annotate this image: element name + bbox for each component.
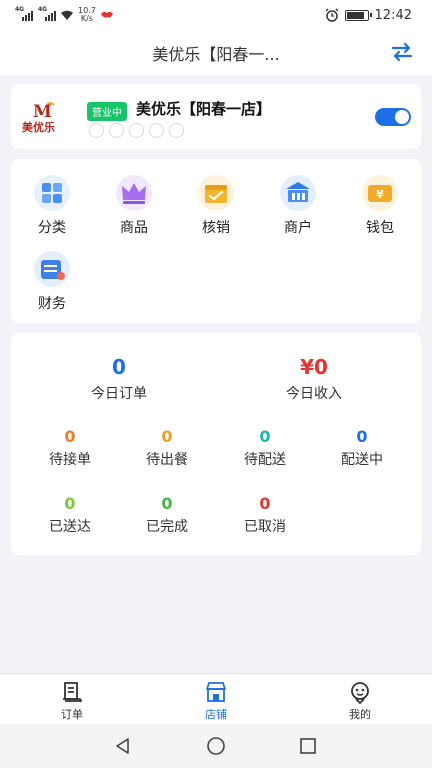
stat-value: 0 [64, 494, 76, 513]
cell-signal-icon: 4G [15, 6, 33, 21]
stat-delivered[interactable]: 0 已送达 [30, 494, 110, 536]
stat-value: 0 [112, 355, 126, 379]
menu-label: 钱包 [366, 220, 394, 236]
recent-apps-icon[interactable] [298, 736, 318, 756]
rating-dot-icon [169, 123, 184, 138]
stat-label: 今日收入 [286, 386, 342, 402]
store-logo: M 美优乐 [21, 100, 67, 134]
system-nav-bar [0, 724, 432, 768]
cell-signal-icon: 4G [38, 6, 56, 21]
app-header: 美优乐【阳春一... [0, 30, 432, 75]
stat-label: 待出餐 [146, 452, 188, 468]
menu-label: 分类 [38, 220, 66, 236]
stat-label: 已完成 [146, 519, 188, 535]
stat-today-orders[interactable]: 0 今日订单 [44, 355, 194, 403]
stat-value: 0 [259, 427, 271, 446]
menu-label: 财务 [38, 296, 66, 312]
merchant-bank-icon [280, 175, 316, 211]
tab-shop[interactable]: 店铺 [176, 680, 256, 722]
stat-value: 0 [259, 494, 271, 513]
order-icon [63, 682, 82, 702]
home-icon[interactable] [206, 736, 226, 756]
stat-value: 0 [356, 427, 368, 446]
menu-label: 核销 [202, 220, 230, 236]
bottom-tab-bar: 订单 店铺 我的 [0, 673, 432, 724]
stat-value: 0 [161, 494, 173, 513]
wallet-yen-icon: ¥ [362, 175, 398, 211]
stat-pending-delivery[interactable]: 0 待配送 [225, 427, 305, 469]
stat-pending-accept[interactable]: 0 待接单 [30, 427, 110, 469]
rating-dot-icon [149, 123, 164, 138]
stat-label: 今日订单 [91, 386, 147, 402]
rating-dot-icon [109, 123, 124, 138]
notification-app-icon [100, 11, 113, 18]
finance-card-icon [34, 251, 70, 287]
menu-item-merchant[interactable]: 商户 [263, 173, 333, 237]
stat-completed[interactable]: 0 已完成 [127, 494, 207, 536]
svg-text:M: M [33, 102, 52, 122]
page-title: 美优乐【阳春一... [152, 44, 280, 64]
menu-item-wallet[interactable]: ¥ 钱包 [345, 173, 415, 237]
shop-icon [206, 682, 226, 702]
stat-value: ¥0 [300, 355, 328, 379]
tab-label: 订单 [61, 708, 83, 721]
menu-item-verify[interactable]: 核销 [181, 173, 251, 237]
menu-item-products[interactable]: 商品 [99, 173, 169, 237]
verify-calendar-icon [198, 175, 234, 211]
status-right: 12:42 [325, 8, 412, 23]
stat-label: 配送中 [341, 452, 383, 468]
stat-label: 已送达 [49, 519, 91, 535]
wifi-icon [61, 10, 73, 20]
order-stats: 0 今日订单 ¥0 今日收入 0 待接单 0 待出餐 0 待配送 0 配送中 0… [11, 333, 421, 555]
back-icon[interactable] [113, 736, 133, 756]
profile-icon [351, 682, 369, 704]
stat-pending-cook[interactable]: 0 待出餐 [127, 427, 207, 469]
rating-dot-icon [89, 123, 104, 138]
stat-value: 0 [161, 427, 173, 446]
stat-cancelled[interactable]: 0 已取消 [225, 494, 305, 536]
menu-label: 商户 [284, 220, 312, 236]
menu-label: 商品 [120, 220, 148, 236]
alarm-icon [325, 8, 338, 22]
crown-icon [116, 175, 152, 211]
status-bar: 4G 4G 10.7 K/s 12:42 [0, 0, 432, 30]
tab-label: 店铺 [205, 708, 227, 721]
stat-today-income[interactable]: ¥0 今日收入 [239, 355, 389, 403]
switch-store-icon[interactable] [390, 40, 414, 64]
menu-item-category[interactable]: 分类 [17, 173, 87, 237]
store-card[interactable]: M 美优乐 营业中 美优乐【阳春一店】 [11, 84, 421, 149]
status-left: 4G 4G 10.7 K/s [15, 6, 114, 23]
clock: 12:42 [374, 7, 412, 23]
stat-value: 0 [64, 427, 76, 446]
battery-icon [344, 9, 372, 21]
stat-label: 已取消 [244, 519, 286, 535]
status-badge: 营业中 [87, 102, 127, 121]
function-menu: 分类 商品 核销 商户 ¥ 钱包 财务 [11, 159, 421, 323]
store-name: 美优乐【阳春一店】 [136, 100, 272, 118]
store-rating [89, 123, 184, 138]
tab-label: 我的 [349, 708, 371, 721]
category-icon [34, 175, 70, 211]
rating-dot-icon [129, 123, 144, 138]
svg-text:美优乐: 美优乐 [22, 120, 55, 134]
store-open-toggle[interactable] [375, 108, 411, 126]
tab-orders[interactable]: 订单 [32, 680, 112, 722]
svg-text:¥: ¥ [376, 188, 384, 201]
menu-item-finance[interactable]: 财务 [17, 249, 87, 313]
tab-profile[interactable]: 我的 [320, 680, 400, 722]
stat-label: 待配送 [244, 452, 286, 468]
stat-label: 待接单 [49, 452, 91, 468]
network-speed: 10.7 K/s [78, 6, 96, 23]
stat-delivering[interactable]: 0 配送中 [322, 427, 402, 469]
